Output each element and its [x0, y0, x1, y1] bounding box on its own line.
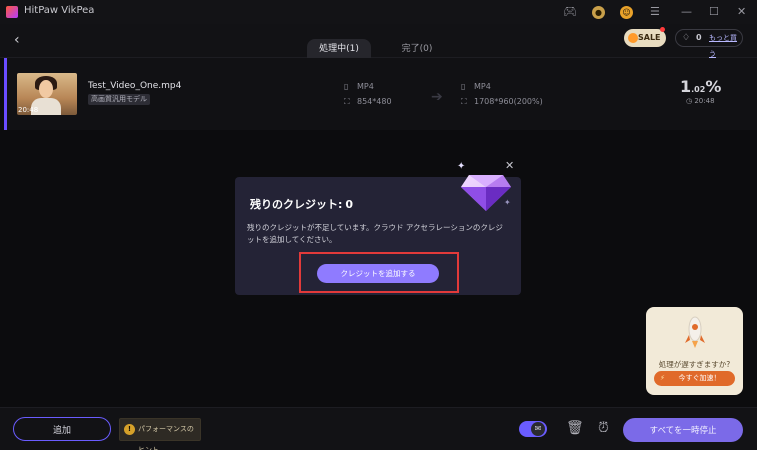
- close-icon[interactable]: ✕: [737, 5, 746, 19]
- file-icon: ▯: [344, 82, 349, 91]
- target-format: ▯ MP4: [461, 82, 491, 91]
- tab-processing[interactable]: 処理中(1): [307, 39, 371, 59]
- clock-icon: ◷: [686, 97, 693, 105]
- rocket-icon: [685, 316, 705, 348]
- dialog-message: 残りのクレジットが不足しています。クラウド アクセラレーションのクレジットを追加…: [247, 223, 503, 244]
- menu-icon[interactable]: ☰: [650, 5, 660, 19]
- sale-button[interactable]: SALE: [624, 29, 666, 47]
- source-format: ▯ MP4: [344, 82, 374, 91]
- gamepad-icon[interactable]: 🎮︎: [563, 5, 577, 19]
- dialog-credits-count: 0: [345, 198, 354, 211]
- progress-percent: 1.02%: [680, 77, 722, 96]
- mail-icon: ✉: [531, 422, 545, 436]
- task-row[interactable]: 20:48 Test_Video_One.mp4 高画質汎用モデル ▯ MP4 ⛶…: [4, 58, 757, 130]
- info-icon: !: [124, 424, 135, 435]
- app-title: HitPaw VikPea: [24, 5, 95, 16]
- arrow-right-icon: ➔: [431, 89, 443, 105]
- video-thumbnail: 20:48: [17, 73, 77, 115]
- title-bar: HitPaw VikPea 🎮︎ ● ☺ ☰ — ☐ ✕: [0, 0, 757, 24]
- email-notify-toggle[interactable]: ✉: [519, 421, 547, 437]
- app-logo: [6, 6, 18, 18]
- back-arrow-icon[interactable]: ‹: [14, 32, 20, 48]
- promo-question: 処理が遅すぎますか?: [658, 360, 731, 369]
- file-name: Test_Video_One.mp4: [88, 81, 182, 91]
- file-icon: ▯: [461, 82, 466, 91]
- speedup-promo-card[interactable]: 処理が遅すぎますか? ⚡ 今すぐ加速！: [646, 307, 743, 395]
- sale-notification-dot: [660, 27, 665, 32]
- trash-icon[interactable]: 🗑︎: [566, 420, 584, 436]
- tab-completed[interactable]: 完了(0): [387, 39, 447, 59]
- lightning-icon: ⚡: [660, 374, 665, 382]
- time-remaining: ◷ 20:48: [686, 97, 715, 105]
- diamond-icon: ♢: [682, 33, 691, 43]
- resize-icon: ⛶: [344, 97, 350, 106]
- maximize-icon[interactable]: ☐: [709, 5, 719, 19]
- accelerate-now-button[interactable]: ⚡ 今すぐ加速！: [654, 371, 735, 386]
- add-button[interactable]: 追加: [13, 417, 111, 441]
- coin-icon[interactable]: ●: [592, 6, 605, 19]
- alarm-clock-icon[interactable]: ⏰︎: [598, 420, 609, 436]
- thumbnail-duration: 20:48: [18, 106, 39, 114]
- diamond-illustration: [461, 175, 511, 211]
- credits-pill[interactable]: ♢ 0 もっと買う: [675, 29, 743, 58]
- pause-all-button[interactable]: すべてを一時停止: [623, 418, 743, 442]
- target-resolution: ⛶ 1708*960(200%): [461, 97, 543, 106]
- footer: 追加 ! パフォーマンスのヒント ✉ 🗑︎ ⏰︎ すべてを一時停止: [0, 407, 757, 450]
- performance-tips-button[interactable]: ! パフォーマンスのヒント: [119, 418, 201, 450]
- model-tag: 高画質汎用モデル: [88, 94, 150, 105]
- sale-coin-icon: [628, 33, 638, 43]
- resize-icon: ⛶: [461, 97, 467, 106]
- credits-count: 0: [696, 33, 702, 42]
- highlight-box: [299, 252, 459, 293]
- sale-label: SALE: [638, 33, 661, 42]
- minimize-icon[interactable]: —: [681, 5, 692, 19]
- user-icon[interactable]: ☺: [620, 6, 633, 19]
- source-resolution: ⛶ 854*480: [344, 97, 392, 106]
- dialog-title: 残りのクレジット: 0: [250, 198, 354, 211]
